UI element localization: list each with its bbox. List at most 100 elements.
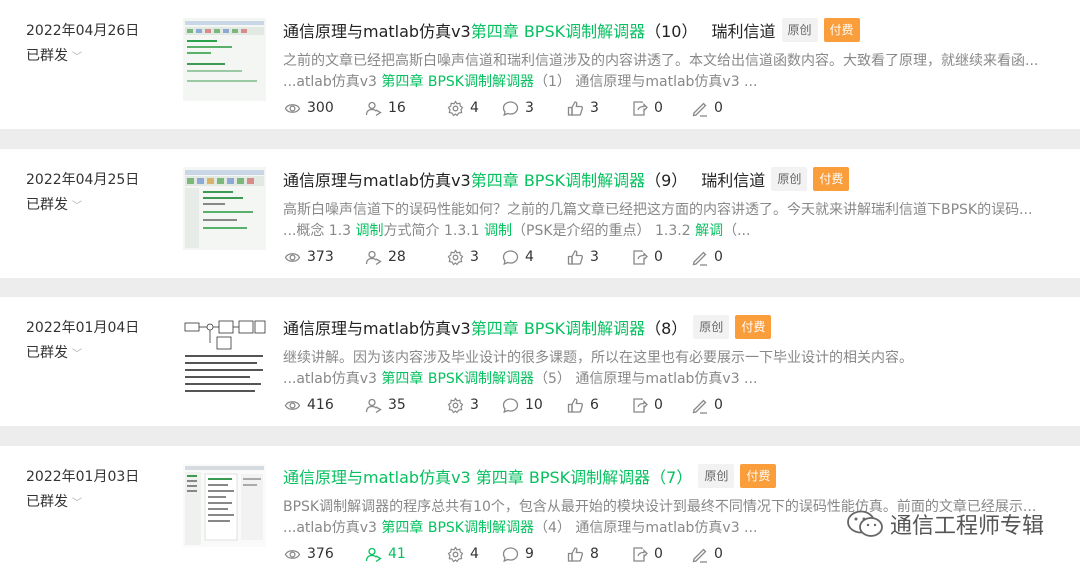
status-dropdown[interactable]: 已群发 ﹀ — [26, 342, 82, 362]
comment-icon — [502, 546, 519, 562]
stat-value: 0 — [654, 397, 663, 413]
status-dropdown[interactable]: 已群发 ﹀ — [26, 491, 82, 511]
stat-pencil: 0 — [691, 100, 731, 117]
article-title[interactable]: 通信原理与matlab仿真v3 第四章 BPSK调制解调器 （9） 瑞利信道 原创 付费 — [283, 166, 850, 192]
pencil-icon — [692, 102, 707, 117]
stat-value: 28 — [388, 249, 406, 265]
stat-pencil: 0 — [691, 397, 731, 414]
title-segment: （9） — [645, 171, 688, 190]
article-excerpt: ...概念 1.3 调制方式简介 1.3.1 调制（PSK是介绍的重点） 1.3… — [283, 220, 750, 240]
stat-pencil: 0 — [691, 546, 731, 563]
article-thumbnail[interactable] — [183, 167, 266, 250]
article-description: 继续讲解。因为该内容涉及毕业设计的很多课题，所以在这里也有必要展示一下毕业设计的… — [283, 350, 913, 366]
user-share-icon — [365, 398, 382, 413]
title-segment: （8） — [645, 319, 688, 338]
article-excerpt: ...atlab仿真v3 第四章 BPSK调制解调器（1） 通信原理与matla… — [283, 71, 757, 91]
paid-badge: 付费 — [740, 464, 777, 488]
paid-badge: 付费 — [813, 167, 850, 191]
stat-value: 4 — [470, 100, 479, 116]
article-row[interactable]: 2022年04月26日 已群发 ﹀ 通信原理与matlab仿真v3 第四章 BPSK调… — [0, 0, 1080, 129]
stat-gear: 3 — [447, 396, 502, 414]
article-thumbnail[interactable] — [183, 315, 266, 398]
status-label: 已群发 — [26, 197, 68, 213]
forward-icon — [633, 100, 648, 116]
title-segment: 瑞利信道 — [701, 171, 766, 190]
article-title[interactable]: 通信原理与matlab仿真v3 第四章 BPSK调制解调器 （8） 原创 付费 — [283, 314, 772, 340]
stat-thumbs-up: 8 — [567, 546, 631, 563]
thumbs-up-icon — [567, 546, 584, 562]
user-share-icon — [365, 101, 382, 116]
stat-value: 0 — [654, 546, 663, 562]
original-badge: 原创 — [698, 464, 735, 488]
article-title[interactable]: 通信原理与matlab仿真v3 第四章 BPSK调制解调器（7） 原创 付费 — [283, 463, 777, 489]
original-badge: 原创 — [781, 18, 818, 42]
excerpt-segment: （5） 通信原理与matlab仿真v3 ... — [534, 371, 758, 387]
excerpt-segment: ...概念 1.3 — [283, 223, 356, 239]
thumbs-up-icon — [567, 397, 584, 413]
title-segment: 第四章 BPSK调制解调器 — [470, 319, 646, 338]
chevron-down-icon: ﹀ — [72, 349, 82, 360]
stat-user-share: 41 — [365, 546, 447, 563]
excerpt-segment: （4） 通信原理与matlab仿真v3 ... — [534, 520, 758, 536]
title-segment: 通信原理与matlab仿真v3 第四章 BPSK调制解调器（7） — [283, 468, 693, 487]
eye-icon — [284, 549, 301, 559]
chevron-down-icon: ﹀ — [72, 498, 82, 509]
stat-eye: 376 — [284, 546, 365, 563]
publish-date: 2022年01月04日 — [26, 320, 140, 336]
excerpt-segment: 调制 — [484, 223, 513, 239]
eye-icon — [284, 252, 301, 262]
stat-value: 16 — [388, 100, 406, 116]
stat-user-share: 28 — [365, 249, 447, 266]
excerpt-segment: （1） 通信原理与matlab仿真v3 ... — [534, 74, 758, 90]
thumbs-up-icon — [567, 249, 584, 265]
excerpt-segment: 第四章 BPSK调制解调器 — [381, 371, 534, 387]
publish-date: 2022年04月26日 — [26, 23, 140, 39]
status-dropdown[interactable]: 已群发 ﹀ — [26, 194, 82, 214]
excerpt-segment: 调制 — [355, 223, 384, 239]
article-stats: 376 41 4 9 8 0 0 — [284, 544, 731, 564]
stat-value: 376 — [307, 546, 334, 562]
article-title[interactable]: 通信原理与matlab仿真v3 第四章 BPSK调制解调器 （10） 瑞利信道 原创付… — [283, 17, 860, 43]
stat-value: 35 — [388, 397, 406, 413]
chevron-down-icon: ﹀ — [72, 201, 82, 212]
wechat-logo-icon — [847, 510, 883, 537]
stat-value: 3 — [525, 100, 534, 116]
stat-value: 6 — [590, 397, 599, 413]
excerpt-segment: 方式简介 1.3.1 — [383, 223, 485, 239]
status-label: 已群发 — [26, 48, 68, 64]
stat-thumbs-up: 3 — [567, 100, 631, 117]
eye-icon — [284, 400, 301, 410]
article-thumbnail[interactable] — [183, 464, 266, 547]
title-segment: 通信原理与matlab仿真v3 — [283, 171, 471, 190]
watermark: 通信工程师专辑 — [846, 508, 1044, 540]
stat-forward: 0 — [631, 249, 691, 266]
excerpt-segment: 第四章 BPSK调制解调器 — [381, 74, 534, 90]
stat-value: 3 — [470, 397, 479, 413]
article-thumbnail[interactable] — [183, 18, 266, 101]
status-dropdown[interactable]: 已群发 ﹀ — [26, 45, 82, 65]
comment-icon — [502, 100, 519, 116]
article-row[interactable]: 2022年01月04日已群发 ﹀ 通信原理与matlab仿真v3 第四章 BPSK调… — [0, 297, 1080, 426]
forward-icon — [633, 397, 648, 413]
stat-gear: 4 — [447, 99, 502, 117]
title-segment: 第四章 BPSK调制解调器 — [470, 22, 646, 41]
stat-eye: 300 — [284, 100, 365, 117]
stat-value: 373 — [307, 249, 334, 265]
stat-gear: 4 — [447, 545, 502, 563]
stat-user-share: 16 — [365, 100, 447, 117]
excerpt-segment: ...atlab仿真v3 — [283, 371, 382, 387]
gear-icon — [447, 248, 464, 265]
pencil-icon — [692, 251, 707, 266]
article-stats: 300 16 4 3 3 0 0 — [284, 98, 731, 118]
article-excerpt: ...atlab仿真v3 第四章 BPSK调制解调器（4） 通信原理与matla… — [283, 517, 757, 537]
stat-eye: 373 — [284, 249, 365, 266]
article-row[interactable]: 2022年04月25日 已群发 ﹀ 通信原理与matlab仿真v3 第四章 BPSK调… — [0, 149, 1080, 278]
chevron-down-icon: ﹀ — [72, 52, 82, 63]
title-segment: 通信原理与matlab仿真v3 — [283, 22, 471, 41]
article-excerpt: ...atlab仿真v3 第四章 BPSK调制解调器（5） 通信原理与matla… — [283, 368, 757, 388]
stat-comment: 10 — [502, 397, 567, 414]
publish-date: 2022年04月25日 — [26, 172, 140, 188]
stat-forward: 0 — [631, 397, 691, 414]
eye-icon — [284, 103, 301, 113]
stat-value: 300 — [307, 100, 334, 116]
